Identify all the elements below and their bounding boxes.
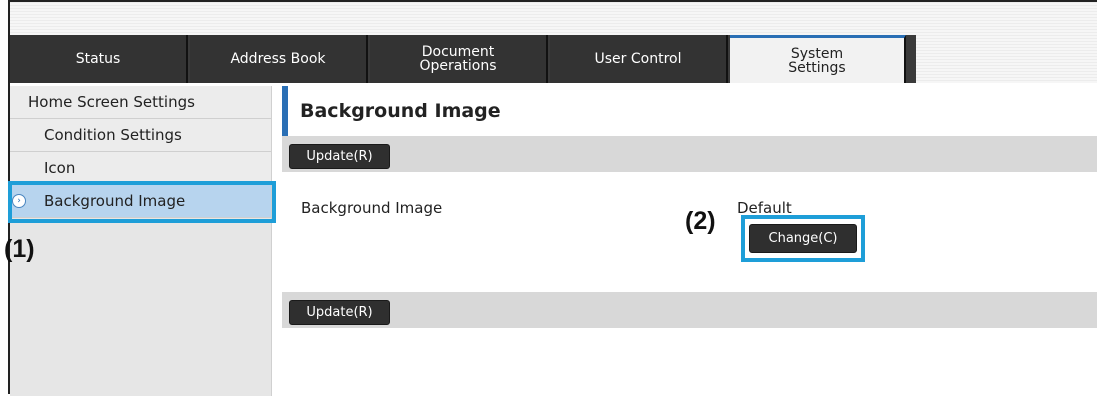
- sidebar-item-label: Icon: [44, 159, 76, 177]
- tab-document-operations[interactable]: Document Operations: [370, 35, 548, 83]
- sidebar-item-condition-settings[interactable]: Condition Settings: [10, 119, 271, 152]
- page-title: Background Image: [300, 100, 501, 122]
- callout-label: (1): [4, 235, 35, 263]
- title-accent-bar: [282, 86, 288, 136]
- field-label: Background Image: [301, 199, 443, 217]
- highlight-box-sidebar: [8, 181, 276, 223]
- sidebar-item-label: Home Screen Settings: [28, 93, 195, 111]
- toolbar-top: [282, 136, 1097, 172]
- update-button-bottom[interactable]: Update(R): [289, 300, 390, 325]
- app-window: Status Address Book Document Operations …: [4, 0, 1097, 396]
- header-band: [10, 2, 1097, 35]
- update-button-top[interactable]: Update(R): [289, 144, 390, 169]
- change-button[interactable]: Change(C): [749, 224, 857, 253]
- toolbar-bottom: [282, 292, 1097, 328]
- tab-bar-filler: [916, 35, 1097, 83]
- tab-system-settings[interactable]: System Settings: [730, 35, 906, 83]
- callout-label: (2): [685, 207, 716, 235]
- sidebar: Home Screen Settings Condition Settings …: [10, 86, 272, 396]
- tab-user-control[interactable]: User Control: [550, 35, 728, 83]
- sidebar-item-label: Condition Settings: [44, 126, 182, 144]
- sidebar-item-home-screen-settings[interactable]: Home Screen Settings: [10, 86, 271, 119]
- tab-address-book[interactable]: Address Book: [190, 35, 368, 83]
- tab-status[interactable]: Status: [10, 35, 188, 83]
